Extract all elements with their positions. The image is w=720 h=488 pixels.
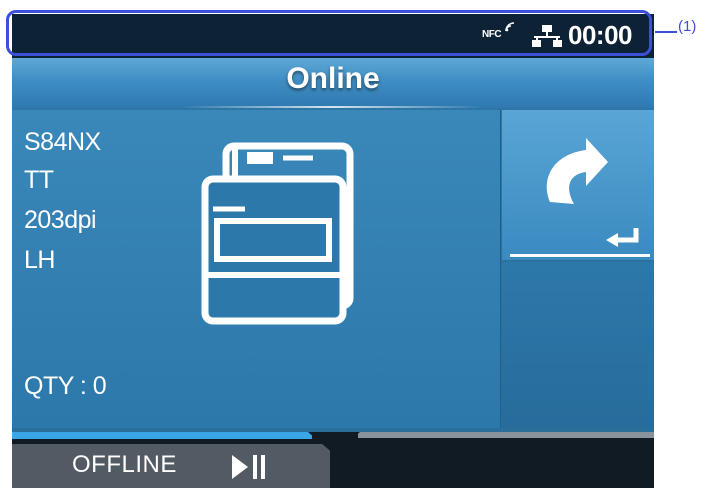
nfc-signal-icon	[505, 22, 515, 32]
footer-bar: OFFLINE	[12, 432, 654, 488]
action-panel-lower	[502, 262, 654, 428]
progress-bar-active	[12, 432, 312, 439]
return-button-underline	[510, 254, 650, 257]
printer-info-panel: S84NX TT 203dpi LH QTY : 0	[12, 110, 501, 428]
title-bar: Online	[12, 58, 654, 108]
printer-model: S84NX	[24, 128, 101, 156]
nfc-label: NFC	[482, 29, 502, 40]
printer-side: LH	[24, 246, 55, 274]
clock: 00:00	[568, 20, 633, 50]
progress-bar-inactive	[358, 432, 654, 438]
page-title: Online	[286, 62, 380, 95]
footer-notch	[308, 432, 360, 454]
print-resolution: 203dpi	[24, 206, 97, 234]
printer-display: NFC 00:00 Online S84NX TT 203dpi LH QTY …	[12, 14, 654, 488]
title-divider	[182, 106, 482, 108]
printer-icon	[201, 142, 354, 325]
nfc-indicator: NFC	[482, 22, 515, 40]
offline-button-label: OFFLINE	[72, 451, 177, 478]
offline-button[interactable]: OFFLINE	[12, 444, 330, 488]
status-bar: NFC 00:00	[12, 14, 654, 58]
return-button[interactable]	[502, 110, 654, 260]
callout-label: (1)	[678, 18, 697, 35]
network-icon	[532, 25, 562, 47]
callout-line	[655, 31, 677, 33]
quantity: QTY : 0	[24, 372, 107, 400]
print-method: TT	[24, 166, 54, 194]
play-pause-icon	[232, 455, 265, 479]
return-arrow-icon	[546, 138, 639, 247]
